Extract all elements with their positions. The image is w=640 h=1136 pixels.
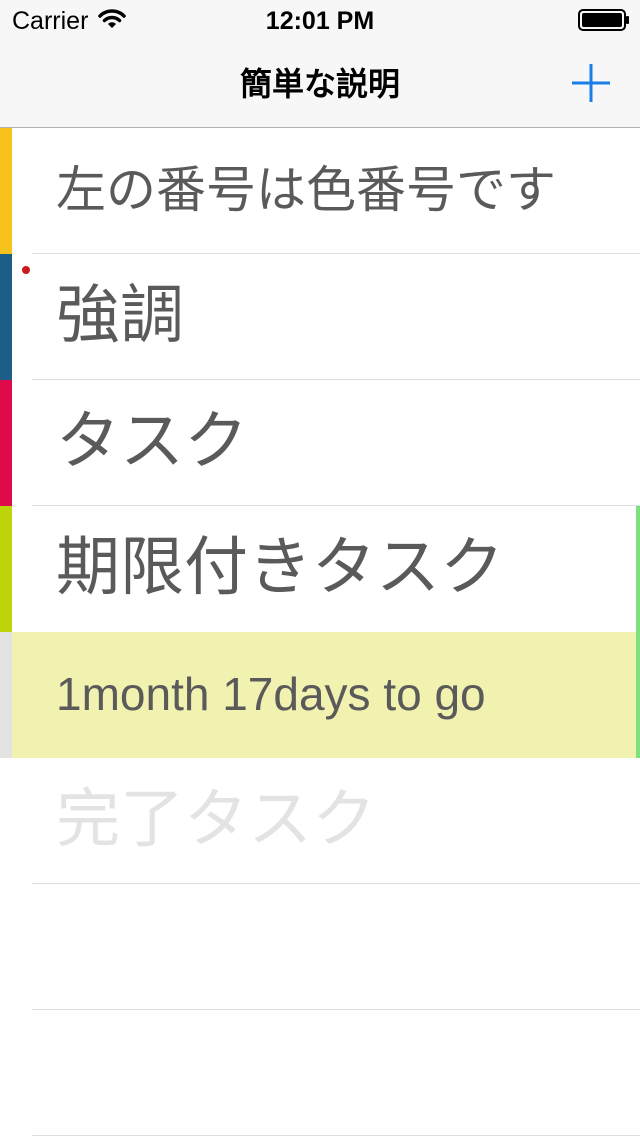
- color-stripe: [0, 380, 12, 506]
- task-title: 強調: [56, 279, 184, 353]
- task-title: 左の番号は色番号です: [56, 161, 556, 219]
- status-time: 12:01 PM: [265, 7, 375, 35]
- color-stripe: [0, 254, 12, 380]
- color-stripe: [0, 506, 12, 632]
- list-item[interactable]: 強調: [0, 254, 640, 380]
- due-countdown: 1month 17days to go: [56, 668, 486, 720]
- task-title: タスク: [56, 405, 248, 479]
- list-item[interactable]: 完了タスク: [0, 758, 640, 884]
- task-list: 左の番号は色番号です 強調 タスク 期限付きタスク 1month 17days …: [0, 128, 640, 1136]
- task-title: 期限付きタスク: [56, 531, 504, 605]
- list-item[interactable]: 期限付きタスク: [0, 506, 640, 632]
- list-item[interactable]: [0, 1010, 640, 1136]
- plus-icon: [572, 64, 610, 102]
- navigation-bar: Carrier 12:01 PM 簡単な説明: [0, 0, 640, 128]
- add-task-button[interactable]: [566, 58, 616, 108]
- list-item[interactable]: 左の番号は色番号です: [0, 128, 640, 254]
- status-bar: Carrier 12:01 PM: [0, 0, 640, 40]
- due-marker: [636, 506, 640, 632]
- battery-icon: [578, 9, 629, 31]
- color-stripe: [0, 632, 12, 758]
- list-item[interactable]: タスク: [0, 380, 640, 506]
- list-item[interactable]: 1month 17days to go: [0, 632, 640, 758]
- color-stripe: [0, 128, 12, 254]
- completed-task-title: 完了タスク: [56, 783, 376, 857]
- due-marker: [636, 632, 640, 758]
- list-item[interactable]: [0, 884, 640, 1010]
- emphasis-dot-icon: [22, 266, 30, 274]
- page-title: 簡単な説明: [239, 65, 400, 103]
